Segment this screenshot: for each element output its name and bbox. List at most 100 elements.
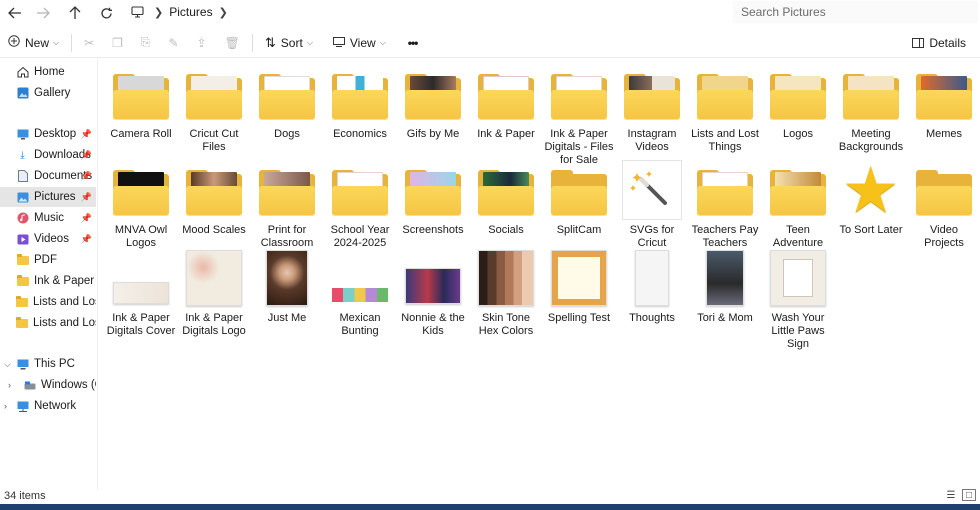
search-input[interactable]: Search Pictures <box>733 1 978 23</box>
chevron-down-icon: ⌵ <box>53 37 60 47</box>
sort-label: Sort <box>280 35 303 50</box>
folder-icon <box>913 162 975 218</box>
file-item-ink-and-paper[interactable]: Ink & Paper <box>471 66 541 141</box>
file-item-ink-and-paper-digitals[interactable]: Ink & Paper Digitals - Files for Sale <box>544 66 614 167</box>
file-item-mood-scales[interactable]: Mood Scales <box>179 162 249 237</box>
file-item-spelling-test[interactable]: Spelling Test <box>544 250 614 325</box>
sidebar-item-lists-and-lost-things-2[interactable]: Lists and Lost Thing <box>0 313 96 333</box>
file-item-tori-and-mom[interactable]: Tori & Mom <box>690 250 760 325</box>
pin-icon[interactable]: 📌 <box>81 129 92 140</box>
file-item-just-me[interactable]: Just Me <box>252 250 322 325</box>
folder-icon <box>16 295 28 309</box>
file-item-skin-tone-hex-colors[interactable]: Skin Tone Hex Colors <box>471 250 541 338</box>
sidebar-item-videos[interactable]: Videos 📌 <box>0 229 96 249</box>
file-item-teen-adventure-pack[interactable]: Teen Adventure Pack <box>763 162 833 263</box>
file-item-mnva-owl-logos[interactable]: MNVA Owl Logos <box>106 162 176 250</box>
sidebar-item-windows-c[interactable]: › Windows (C:) <box>0 375 96 395</box>
delete-button[interactable]: 🗑 <box>219 31 246 55</box>
file-item-teachers-pay-teachers[interactable]: Teachers Pay Teachers <box>690 162 760 250</box>
file-item-nonnie-and-the-kids[interactable]: Nonnie & the Kids <box>398 250 468 338</box>
sidebar-item-home[interactable]: Home <box>0 62 96 82</box>
sidebar-item-gallery[interactable]: Gallery <box>0 83 96 103</box>
file-item-mexican-bunting[interactable]: Mexican Bunting <box>325 250 395 338</box>
pin-icon[interactable]: 📌 <box>81 171 92 182</box>
chevron-down-icon[interactable]: ⌵ <box>4 359 11 370</box>
file-item-meeting-backgrounds[interactable]: Meeting Backgrounds <box>836 66 906 154</box>
refresh-button[interactable] <box>91 1 121 25</box>
new-button[interactable]: New ⌵ <box>2 31 65 55</box>
pin-icon[interactable]: 📌 <box>81 213 92 224</box>
file-name: Ink & Paper Digitals Logo <box>182 312 246 337</box>
copy-button[interactable]: ❐ <box>106 31 129 55</box>
file-item-splitcam[interactable]: SplitCam <box>544 162 614 237</box>
file-item-cricut-cut-files[interactable]: Cricut Cut Files <box>179 66 249 154</box>
sidebar-item-pictures[interactable]: Pictures 📌 <box>0 187 96 207</box>
chevron-right-icon[interactable]: ❯ <box>219 6 228 19</box>
sidebar-item-documents[interactable]: Documents 📌 <box>0 166 96 186</box>
large-icons-view-icon[interactable]: □ <box>962 489 976 501</box>
file-item-video-projects[interactable]: Video Projects <box>909 162 979 250</box>
file-item-to-sort-later[interactable]: ★ To Sort Later <box>836 158 906 237</box>
sidebar-item-label: Desktop <box>34 128 77 140</box>
rename-icon: ✎ <box>168 35 179 50</box>
sidebar-item-label: Pictures <box>34 191 76 203</box>
sort-button[interactable]: ⇅ Sort ⌵ <box>259 31 319 55</box>
sidebar-item-label: PDF <box>34 254 57 266</box>
image-thumbnail <box>767 250 829 306</box>
file-item-dogs[interactable]: Dogs <box>252 66 322 141</box>
sidebar-item-this-pc[interactable]: ⌵ This PC <box>0 354 96 374</box>
image-thumbnail <box>621 250 683 306</box>
sidebar-item-music[interactable]: Music 📌 <box>0 208 96 228</box>
pin-icon[interactable]: 📌 <box>81 234 92 245</box>
sidebar-item-desktop[interactable]: Desktop 📌 <box>0 124 96 144</box>
sidebar-item-label: Lists and Lost Thing <box>33 296 96 308</box>
divider <box>251 33 253 52</box>
sidebar-item-downloads[interactable]: ⤓ Downloads 📌 <box>0 145 96 165</box>
sidebar-item-ink-and-paper[interactable]: Ink & Paper <box>0 271 96 291</box>
share-button[interactable]: ⇪ <box>191 31 213 55</box>
chevron-right-icon[interactable]: › <box>4 401 7 411</box>
cut-button[interactable]: ✂ <box>78 31 100 55</box>
file-item-wash-your-little-paws-sign[interactable]: Wash Your Little Paws Sign <box>763 250 833 351</box>
view-button[interactable]: View ⌵ <box>327 31 392 55</box>
file-item-logos[interactable]: Logos <box>763 66 833 141</box>
file-name: Cricut Cut Files <box>189 128 239 153</box>
file-item-svgs-for-cricut[interactable]: SVGs for Cricut <box>617 160 687 250</box>
sidebar-item-pdf[interactable]: PDF <box>0 250 96 270</box>
file-item-school-year[interactable]: School Year 2024-2025 <box>325 162 395 250</box>
breadcrumb-pictures[interactable]: Pictures <box>169 5 212 19</box>
forward-button[interactable] <box>28 1 58 25</box>
file-item-thoughts[interactable]: Thoughts <box>617 250 687 325</box>
more-options-button[interactable]: ••• <box>402 31 424 55</box>
rename-button[interactable]: ✎ <box>163 31 185 55</box>
chevron-down-icon: ⌵ <box>379 37 386 47</box>
file-item-screenshots[interactable]: Screenshots <box>398 162 468 237</box>
pin-icon[interactable]: 📌 <box>81 150 92 161</box>
file-item-ink-and-paper-digitals-cover[interactable]: Ink & Paper Digitals Cover <box>106 250 176 338</box>
file-item-economics[interactable]: Economics <box>325 66 395 141</box>
image-thumbnail <box>475 250 537 306</box>
paste-button[interactable]: ⎘ <box>135 31 157 55</box>
back-button[interactable] <box>0 1 30 25</box>
file-item-ink-and-paper-digitals-logo[interactable]: Ink & Paper Digitals Logo <box>179 250 249 338</box>
sidebar-item-lists-and-lost-things[interactable]: Lists and Lost Thing <box>0 292 96 312</box>
file-item-memes[interactable]: Memes <box>909 66 979 141</box>
file-item-socials[interactable]: Socials <box>471 162 541 237</box>
file-name: Mexican Bunting <box>339 312 381 337</box>
plus-circle-icon <box>8 35 20 50</box>
up-button[interactable] <box>60 1 90 25</box>
file-item-instagram-videos[interactable]: Instagram Videos <box>617 66 687 154</box>
file-item-lists-and-lost-things[interactable]: Lists and Lost Things <box>690 66 760 154</box>
pin-icon[interactable]: 📌 <box>81 192 92 203</box>
details-button[interactable]: Details <box>906 31 972 55</box>
folder-icon <box>402 66 464 122</box>
file-item-camera-roll[interactable]: Camera Roll <box>106 66 176 141</box>
sidebar-item-label: Ink & Paper <box>34 275 95 287</box>
sidebar-item-network[interactable]: › Network <box>0 396 96 416</box>
image-thumbnail <box>256 250 318 306</box>
file-item-print-for-classroom[interactable]: Print for Classroom <box>252 162 322 250</box>
details-view-icon[interactable]: ☰ <box>944 489 958 501</box>
file-item-gifs-by-me[interactable]: Gifs by Me <box>398 66 468 141</box>
address-box[interactable]: ❯ Pictures ❯ <box>126 1 726 23</box>
chevron-right-icon[interactable]: › <box>8 380 11 390</box>
